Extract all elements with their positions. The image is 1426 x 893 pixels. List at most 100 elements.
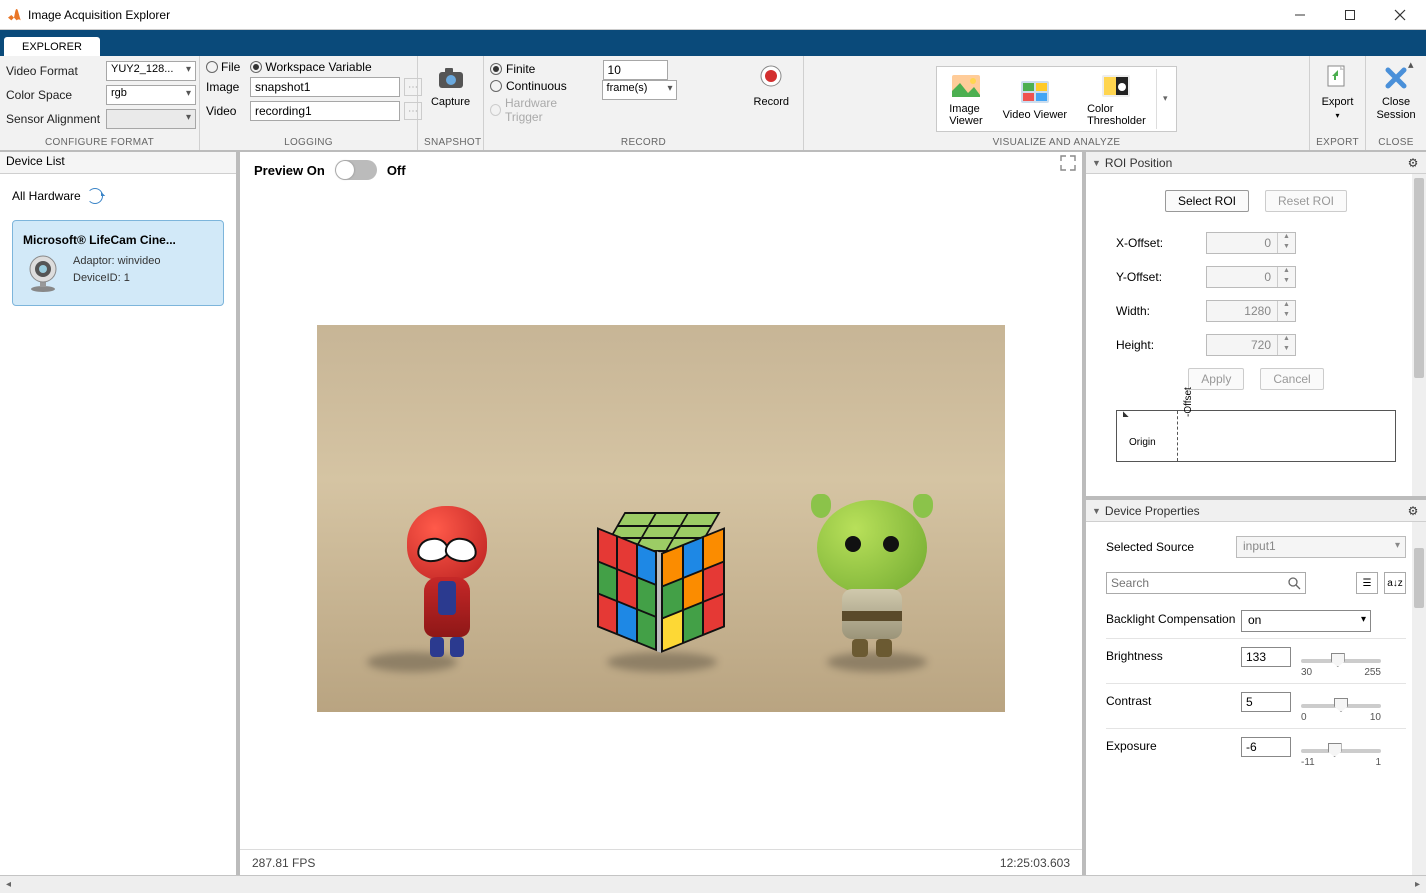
- device-id: DeviceID: 1: [73, 270, 160, 287]
- preview-on-label: Preview On: [254, 163, 325, 178]
- device-name: Microsoft® LifeCam Cine...: [23, 233, 213, 247]
- roi-gear-icon[interactable]: ⚙: [1406, 156, 1420, 170]
- color-space-label: Color Space: [6, 88, 106, 102]
- roi-panel: ▼ ROI Position ⚙ Select ROI Reset ROI X-…: [1086, 152, 1426, 500]
- minimize-button[interactable]: [1280, 1, 1320, 29]
- visualize-gallery-more[interactable]: ▾: [1156, 69, 1174, 129]
- preview-off-label: Off: [387, 163, 406, 178]
- apply-roi-button: Apply: [1188, 368, 1244, 390]
- devprops-title: Device Properties: [1105, 504, 1200, 518]
- frames-unit-dropdown[interactable]: frame(s): [602, 80, 677, 100]
- preview-area: [240, 188, 1082, 849]
- roi-collapse-icon[interactable]: ▼: [1092, 158, 1101, 168]
- exposure-input[interactable]: [1241, 737, 1291, 757]
- titlebar: Image Acquisition Explorer: [0, 0, 1426, 30]
- frames-input[interactable]: [603, 60, 668, 80]
- scroll-left-icon[interactable]: ◂: [6, 879, 11, 890]
- video-viewer-app[interactable]: Video Viewer: [993, 75, 1077, 123]
- export-button[interactable]: Export ▾: [1314, 60, 1362, 123]
- contrast-input[interactable]: [1241, 692, 1291, 712]
- record-button[interactable]: Record: [746, 60, 797, 111]
- image-viewer-icon: [950, 71, 982, 103]
- brightness-slider[interactable]: 30 255: [1301, 653, 1381, 677]
- close-window-button[interactable]: [1380, 1, 1420, 29]
- preview-toggle[interactable]: [335, 160, 377, 180]
- devprops-collapse-icon[interactable]: ▼: [1092, 506, 1101, 516]
- roi-scrollbar[interactable]: [1412, 174, 1426, 496]
- matlab-logo-icon: [6, 7, 22, 23]
- brightness-input[interactable]: [1241, 647, 1291, 667]
- width-spinner[interactable]: ▲▼: [1206, 300, 1296, 322]
- video-format-label: Video Format: [6, 64, 106, 78]
- log-file-radio[interactable]: File: [206, 60, 240, 74]
- video-format-dropdown[interactable]: YUY2_128...: [106, 61, 196, 81]
- cancel-roi-button: Cancel: [1260, 368, 1323, 390]
- property-search[interactable]: [1106, 572, 1306, 594]
- height-spinner[interactable]: ▲▼: [1206, 334, 1296, 356]
- contrast-slider[interactable]: 0 10: [1301, 698, 1381, 722]
- expand-all-button[interactable]: ☰: [1356, 572, 1378, 594]
- toolstrip-tabs: EXPLORER: [0, 30, 1426, 56]
- yoffset-label: Y-Offset:: [1116, 270, 1206, 284]
- roi-title: ROI Position: [1105, 156, 1172, 170]
- search-icon: [1287, 576, 1301, 590]
- tab-explorer[interactable]: EXPLORER: [4, 37, 100, 57]
- devprops-gear-icon[interactable]: ⚙: [1406, 504, 1420, 518]
- export-icon: [1322, 62, 1354, 94]
- camera-icon: [435, 62, 467, 94]
- collapse-ribbon-icon[interactable]: ▴: [1408, 58, 1422, 70]
- maximize-button[interactable]: [1330, 1, 1370, 29]
- property-search-input[interactable]: [1111, 576, 1287, 590]
- capture-button[interactable]: Capture: [423, 60, 478, 111]
- hwtrigger-radio: Hardware Trigger: [490, 96, 589, 124]
- webcam-icon: [23, 253, 63, 293]
- ribbon-group-export: Export ▾ EXPORT: [1310, 56, 1366, 150]
- timestamp-display: 12:25:03.603: [1000, 856, 1070, 870]
- main-area: Device List All Hardware Microsoft® Life…: [0, 151, 1426, 875]
- status-bar: ◂ ▸: [0, 875, 1426, 893]
- log-wsvar-radio[interactable]: Workspace Variable: [250, 60, 371, 74]
- device-card[interactable]: Microsoft® LifeCam Cine... Adaptor: winv…: [12, 220, 224, 306]
- maximize-panel-icon[interactable]: [1060, 155, 1076, 171]
- color-thresholder-app[interactable]: Color Thresholder: [1077, 69, 1156, 129]
- color-thresholder-icon: [1100, 71, 1132, 103]
- scroll-right-icon[interactable]: ▸: [1415, 879, 1420, 890]
- device-list-title: Device List: [0, 152, 236, 174]
- finite-radio[interactable]: Finite: [490, 62, 589, 76]
- exposure-slider[interactable]: -11 1: [1301, 743, 1381, 767]
- selected-source-dropdown: input1: [1236, 536, 1406, 558]
- brightness-label: Brightness: [1106, 647, 1241, 663]
- window-title: Image Acquisition Explorer: [28, 8, 1280, 22]
- continuous-radio[interactable]: Continuous: [490, 79, 589, 93]
- height-label: Height:: [1116, 338, 1206, 352]
- device-list-panel: Device List All Hardware Microsoft® Life…: [0, 152, 240, 875]
- refresh-hardware-icon[interactable]: [87, 188, 103, 204]
- all-hardware-label: All Hardware: [12, 189, 81, 203]
- yoffset-spinner[interactable]: ▲▼: [1206, 266, 1296, 288]
- snapshot-footer: SNAPSHOT: [424, 137, 477, 148]
- exposure-label: Exposure: [1106, 737, 1241, 753]
- xoffset-spinner[interactable]: ▲▼: [1206, 232, 1296, 254]
- configure-footer: CONFIGURE FORMAT: [6, 137, 193, 148]
- backlight-label: Backlight Compensation: [1106, 610, 1241, 626]
- contrast-label: Contrast: [1106, 692, 1241, 708]
- backlight-dropdown[interactable]: on: [1241, 610, 1371, 632]
- record-icon: [755, 62, 787, 94]
- image-name-input[interactable]: [250, 77, 400, 97]
- roi-origin-label: Origin: [1129, 437, 1156, 448]
- color-space-dropdown[interactable]: rgb: [106, 85, 196, 105]
- ribbon: ▴ Video Format YUY2_128... Color Space r…: [0, 56, 1426, 151]
- selected-source-label: Selected Source: [1106, 540, 1236, 554]
- ribbon-group-logging: File Workspace Variable Image ⋯ Video ⋯ …: [200, 56, 418, 150]
- xoffset-label: X-Offset:: [1116, 236, 1206, 250]
- record-footer: RECORD: [490, 137, 797, 148]
- video-name-label: Video: [206, 104, 246, 118]
- fps-display: 287.81 FPS: [252, 856, 315, 870]
- select-roi-button[interactable]: Select ROI: [1165, 190, 1249, 212]
- image-viewer-app[interactable]: Image Viewer: [939, 69, 992, 129]
- sort-button[interactable]: a↓z: [1384, 572, 1406, 594]
- preview-panel: Preview On Off 287.81 FPS 12:25:03.603: [240, 152, 1086, 875]
- ribbon-group-visualize: Image Viewer Video Viewer Color Threshol…: [804, 56, 1310, 150]
- video-name-input[interactable]: [250, 101, 400, 121]
- devprops-scrollbar[interactable]: [1412, 522, 1426, 875]
